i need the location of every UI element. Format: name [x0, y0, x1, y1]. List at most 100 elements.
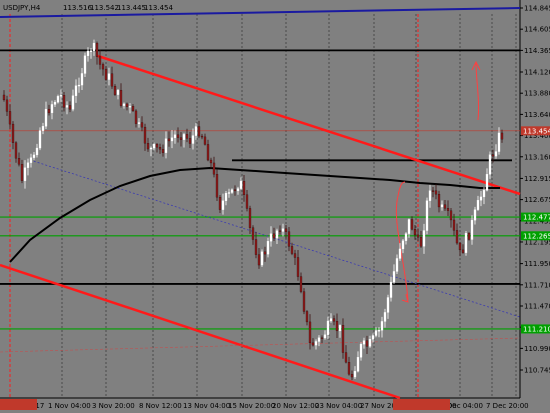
price-tag-label: 113.454: [523, 127, 550, 135]
cursor-time-tag: [393, 399, 450, 410]
candle-body: [23, 167, 27, 181]
candle-body: [383, 312, 387, 322]
candle-body: [50, 104, 54, 114]
candle-body: [134, 110, 138, 124]
candle-body: [194, 126, 198, 136]
candle-body: [437, 194, 441, 208]
projection-arrow-target: [475, 61, 480, 121]
candle-body: [185, 134, 189, 139]
candle-body: [446, 208, 450, 211]
candle-body: [218, 197, 222, 210]
candle-body: [395, 258, 399, 272]
candle-body: [149, 147, 153, 150]
title-bar: USDJPY,H4 113.516 113.542 113.445 113.45…: [3, 4, 173, 12]
candle-body: [377, 330, 381, 332]
candle-body: [161, 149, 165, 153]
time-tick-label: 23 Nov 04:00: [315, 402, 362, 410]
candle-body: [242, 180, 246, 195]
time-tag: [0, 399, 37, 410]
candle-body: [206, 144, 210, 161]
candle-body: [152, 144, 156, 149]
candle-body: [224, 193, 228, 201]
price-tick-label: 112.675: [524, 196, 550, 204]
projection-arrow-up: [397, 181, 406, 197]
candle-body: [203, 136, 207, 145]
candle-body: [32, 154, 36, 158]
candle-body: [239, 180, 243, 189]
candle-body: [212, 162, 216, 175]
candle-body: [107, 73, 111, 80]
candle-body: [251, 227, 255, 240]
candle-body: [188, 138, 192, 144]
candle-body: [353, 371, 357, 378]
candle-body: [113, 86, 117, 95]
ohlc-low: 113.445: [117, 4, 146, 12]
candle-body: [110, 73, 114, 87]
candle-body: [80, 73, 84, 86]
candle-body: [248, 208, 252, 228]
candle-body: [344, 352, 348, 363]
candle-body: [428, 190, 432, 201]
price-tick-label: 113.880: [524, 90, 550, 98]
candle-body: [278, 230, 282, 232]
candle-body: [266, 241, 270, 255]
time-tick-label: 3 Nov 20:00: [92, 402, 135, 410]
candle-body: [122, 103, 126, 106]
candle-body: [356, 357, 360, 372]
candle-body: [89, 50, 93, 52]
candle-body: [380, 321, 384, 331]
candle-body: [347, 362, 351, 375]
candle-body: [62, 95, 66, 108]
candle-body: [227, 192, 231, 194]
candle-body: [101, 64, 105, 70]
candle-body: [92, 42, 96, 51]
candle-body: [461, 249, 465, 253]
candle-body: [341, 325, 345, 353]
price-tick-label: 110.990: [524, 345, 550, 353]
candle-body: [335, 321, 339, 332]
candle-body: [41, 126, 45, 131]
candle-body: [269, 233, 273, 242]
price-tick-label: 110.745: [524, 367, 550, 375]
candle-body: [452, 219, 456, 231]
candle-body: [263, 251, 267, 255]
time-tick-label: 8 Nov 12:00: [139, 402, 182, 410]
candle-body: [314, 341, 318, 346]
candle-body: [137, 122, 141, 124]
candle-body: [422, 230, 426, 247]
candle-body: [17, 158, 21, 165]
candle-body: [95, 42, 99, 57]
candle-body: [434, 190, 438, 195]
candle-body: [11, 123, 15, 143]
price-tick-label: 113.640: [524, 111, 550, 119]
candle-body: [155, 144, 159, 148]
candle-body: [2, 94, 6, 101]
price-tick-label: 113.160: [524, 153, 550, 161]
candle-body: [473, 209, 477, 221]
price-chart[interactable]: 114.845 114.605 114.365 114.120 113.880 113.6…: [0, 0, 550, 413]
candle-body: [413, 228, 417, 236]
candle-body: [119, 89, 123, 106]
candle-body: [47, 108, 51, 114]
candle-body: [257, 254, 261, 266]
candle-body: [233, 189, 237, 192]
price-tags: 113.454 112.477 112.265 111.210: [0, 126, 550, 410]
candle-body: [281, 228, 285, 232]
candle-body: [404, 233, 408, 241]
candle-body: [470, 220, 474, 240]
candle-body: [131, 106, 135, 112]
time-tick-label: 7 Dec 20:00: [486, 402, 529, 410]
candle-body: [215, 174, 219, 198]
candle-body: [500, 132, 504, 140]
candle-body: [350, 373, 354, 378]
candle-body: [26, 162, 30, 168]
candle-body: [398, 248, 402, 259]
candle-body: [77, 84, 81, 87]
candle-body: [83, 55, 87, 74]
candle-body: [59, 95, 63, 97]
candle-body: [374, 330, 378, 336]
candle-body: [8, 111, 12, 125]
price-tag-label: 111.210: [523, 325, 550, 333]
candle-body: [116, 89, 120, 95]
candle-body: [362, 340, 366, 345]
